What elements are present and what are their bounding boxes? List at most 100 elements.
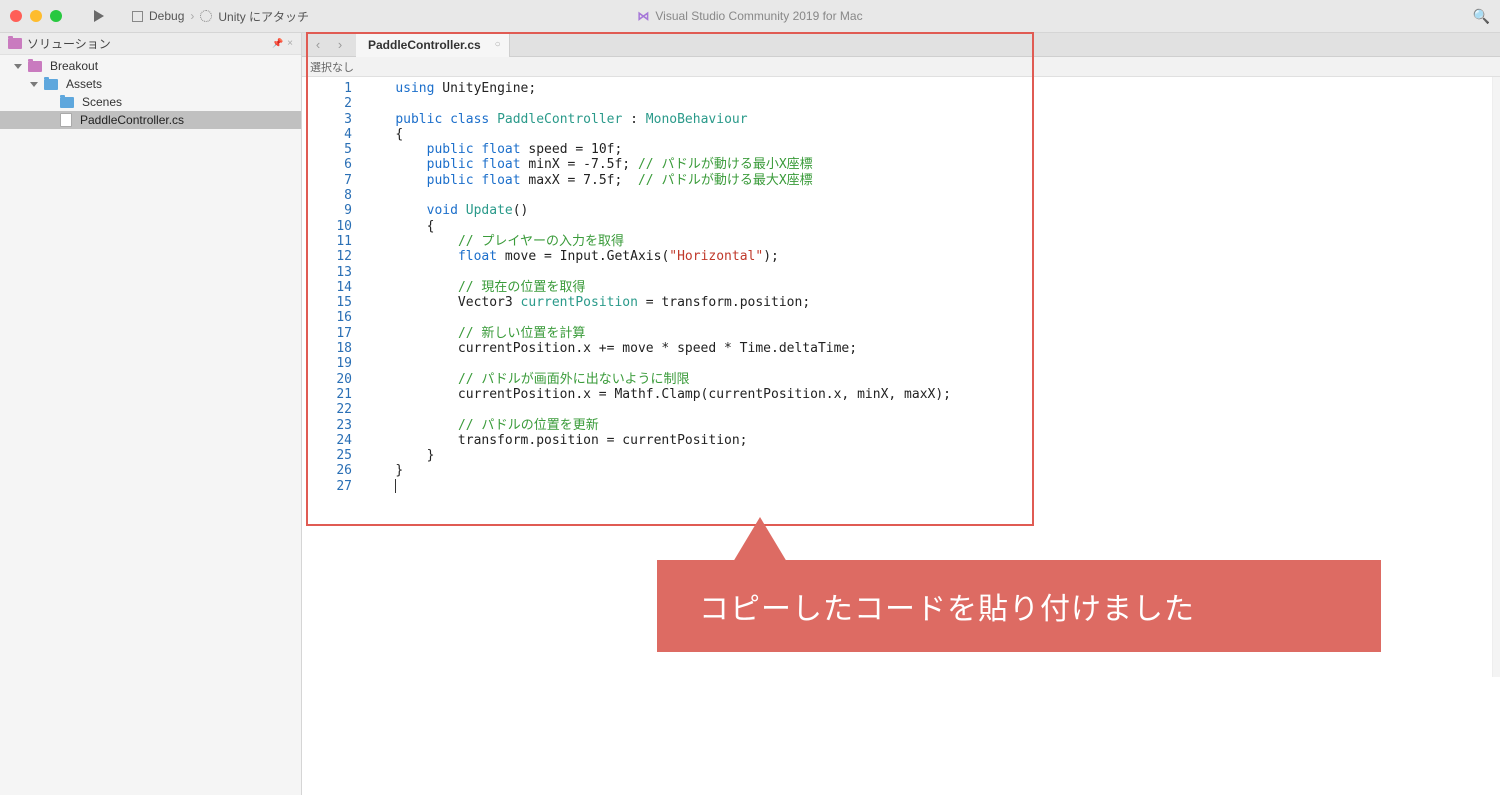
window-controls	[10, 10, 62, 22]
code-line[interactable]: }	[364, 463, 951, 478]
code-line[interactable]: using UnityEngine;	[364, 81, 951, 96]
search-icon: 🔍	[1473, 8, 1490, 24]
debug-config-label: Debug	[149, 9, 184, 23]
code-line[interactable]: float move = Input.GetAxis("Horizontal")…	[364, 249, 951, 264]
code-line[interactable]	[364, 479, 951, 494]
code-line[interactable]	[364, 310, 951, 325]
line-number: 4	[302, 127, 352, 142]
sidebar-title: ソリューション	[27, 35, 111, 52]
line-number: 19	[302, 356, 352, 371]
line-number: 24	[302, 433, 352, 448]
chevron-right-icon: ›	[190, 9, 194, 23]
code-breadcrumb[interactable]: 選択なし	[302, 57, 1500, 77]
code-line[interactable]	[364, 402, 951, 417]
line-number: 16	[302, 310, 352, 325]
tree-item-assets[interactable]: Assets	[0, 75, 301, 93]
code-line[interactable]: transform.position = currentPosition;	[364, 433, 951, 448]
code-line[interactable]: public float maxX = 7.5f; // パドルが動ける最大X座…	[364, 173, 951, 188]
tree-item-scenes[interactable]: Scenes	[0, 93, 301, 111]
app-title: ⋈ Visual Studio Community 2019 for Mac	[637, 9, 862, 23]
solution-tree: Breakout Assets Scenes PaddleController.cs	[0, 55, 301, 131]
tree-item-breakout[interactable]: Breakout	[0, 57, 301, 75]
maximize-window-button[interactable]	[50, 10, 62, 22]
line-number: 25	[302, 448, 352, 463]
line-number: 17	[302, 326, 352, 341]
line-number: 21	[302, 387, 352, 402]
code-line[interactable]	[364, 265, 951, 280]
search-button[interactable]: 🔍	[1473, 8, 1490, 25]
line-number: 8	[302, 188, 352, 203]
annotation-callout: コピーしたコードを貼り付けました	[657, 560, 1381, 652]
code-line[interactable]: public float speed = 10f;	[364, 142, 951, 157]
code-line[interactable]: {	[364, 219, 951, 234]
code-line[interactable]	[364, 96, 951, 111]
code-line[interactable]: // パドルの位置を更新	[364, 418, 951, 433]
code-line[interactable]: // パドルが画面外に出ないように制限	[364, 372, 951, 387]
close-window-button[interactable]	[10, 10, 22, 22]
line-number: 14	[302, 280, 352, 295]
tree-item-label: Scenes	[82, 95, 122, 109]
csharp-file-icon	[60, 113, 72, 127]
line-number: 12	[302, 249, 352, 264]
tree-item-paddlecontroller-cs[interactable]: PaddleController.cs	[0, 111, 301, 129]
disclosure-icon[interactable]	[30, 82, 38, 87]
code-line[interactable]: // プレイヤーの入力を取得	[364, 234, 951, 249]
tree-item-label: Breakout	[50, 59, 98, 73]
code-line[interactable]: }	[364, 448, 951, 463]
attach-target-label: Unity にアタッチ	[218, 8, 309, 25]
line-number: 20	[302, 372, 352, 387]
gear-icon	[200, 10, 212, 22]
line-number: 22	[302, 402, 352, 417]
run-button[interactable]	[94, 10, 104, 22]
solution-sidebar: ソリューション × Breakout Assets Scenes PaddleCont…	[0, 33, 302, 795]
line-number: 1	[302, 81, 352, 96]
code-line[interactable]: Vector3 currentPosition = transform.posi…	[364, 295, 951, 310]
config-icon	[132, 11, 143, 22]
code-line[interactable]	[364, 356, 951, 371]
code-content[interactable]: using UnityEngine; public class PaddleCo…	[364, 77, 951, 498]
breadcrumb-text: 選択なし	[310, 59, 354, 75]
solution-folder-icon	[28, 61, 42, 72]
tab-bar: ‹ › PaddleController.cs ○	[302, 33, 1500, 57]
editor-pane: ‹ › PaddleController.cs ○ 選択なし 123456789…	[302, 33, 1500, 795]
code-line[interactable]	[364, 188, 951, 203]
line-number: 10	[302, 219, 352, 234]
tab-label: PaddleController.cs	[368, 38, 481, 52]
line-number: 26	[302, 463, 352, 478]
disclosure-icon[interactable]	[14, 64, 22, 69]
sidebar-header: ソリューション ×	[0, 33, 301, 55]
tree-item-label: Assets	[66, 77, 102, 91]
code-line[interactable]: // 新しい位置を計算	[364, 326, 951, 341]
line-number: 2	[302, 96, 352, 111]
line-number: 5	[302, 142, 352, 157]
pin-icon[interactable]	[272, 38, 283, 49]
code-line[interactable]: currentPosition.x = Mathf.Clamp(currentP…	[364, 387, 951, 402]
minimize-window-button[interactable]	[30, 10, 42, 22]
tab-paddlecontroller[interactable]: PaddleController.cs ○	[356, 33, 510, 57]
code-line[interactable]: public class PaddleController : MonoBeha…	[364, 112, 951, 127]
code-line[interactable]: currentPosition.x += move * speed * Time…	[364, 341, 951, 356]
tab-close-icon[interactable]: ○	[495, 39, 501, 50]
line-number: 27	[302, 479, 352, 494]
scrollbar[interactable]	[1492, 77, 1500, 677]
nav-back-button[interactable]: ‹	[308, 35, 328, 55]
close-sidebar-icon[interactable]: ×	[287, 38, 293, 49]
folder-icon	[60, 97, 74, 108]
tree-item-label: PaddleController.cs	[80, 113, 184, 127]
line-gutter: 1234567891011121314151617181920212223242…	[302, 77, 364, 498]
code-area[interactable]: 1234567891011121314151617181920212223242…	[302, 77, 1500, 498]
callout-text: コピーしたコードを貼り付けました	[699, 593, 1195, 626]
line-number: 23	[302, 418, 352, 433]
line-number: 6	[302, 157, 352, 172]
code-line[interactable]: void Update()	[364, 203, 951, 218]
code-line[interactable]: public float minX = -7.5f; // パドルが動ける最小X…	[364, 157, 951, 172]
code-line[interactable]: // 現在の位置を取得	[364, 280, 951, 295]
code-line[interactable]: {	[364, 127, 951, 142]
line-number: 11	[302, 234, 352, 249]
config-breadcrumb[interactable]: Debug › Unity にアタッチ	[132, 8, 309, 25]
line-number: 3	[302, 112, 352, 127]
line-number: 13	[302, 265, 352, 280]
line-number: 18	[302, 341, 352, 356]
nav-forward-button[interactable]: ›	[330, 35, 350, 55]
vs-logo-icon: ⋈	[637, 9, 649, 23]
